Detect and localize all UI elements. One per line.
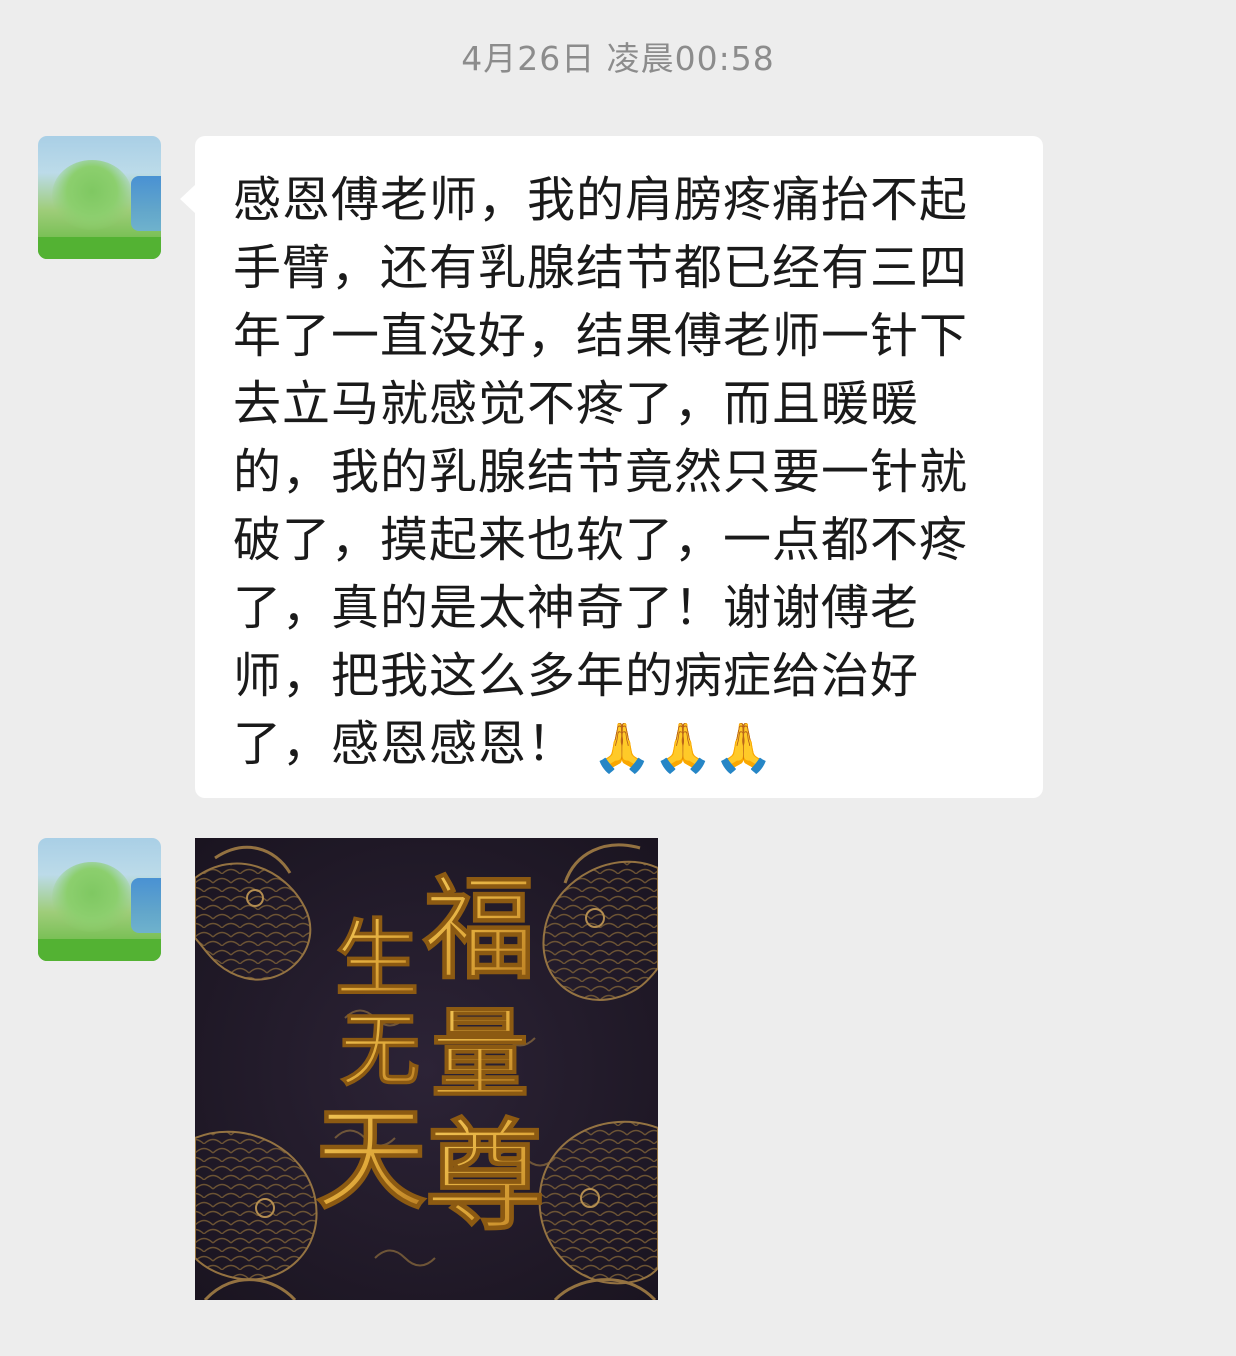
avatar-sky <box>131 176 161 231</box>
calligraphy-char: 生 <box>335 909 419 1008</box>
praying-hands-emoji-icon: 🙏 <box>653 720 714 776</box>
calligraphy-char: 无 <box>340 1003 420 1097</box>
chat-timestamp: 4月26日 凌晨00:58 <box>461 39 775 78</box>
praying-hands-emoji-icon: 🙏 <box>592 720 654 776</box>
praying-hands-emoji-icon: 🙏 <box>713 720 775 776</box>
image-message[interactable]: 福 生 量 无 天 尊 <box>195 838 658 1300</box>
message-body: 感恩傅老师，我的肩膀疼痛抬不起手臂，还有乳腺结节都已经有三四年了一直没好，结果傅… <box>233 172 969 772</box>
dragon-calligraphy-image: 福 生 量 无 天 尊 <box>195 838 658 1300</box>
calligraphy-char: 天 <box>315 1094 427 1225</box>
avatar-sky <box>131 878 161 933</box>
message-text: 感恩傅老师，我的肩膀疼痛抬不起手臂，还有乳腺结节都已经有三四年了一直没好，结果傅… <box>233 166 1013 778</box>
text-message-bubble[interactable]: 感恩傅老师，我的肩膀疼痛抬不起手臂，还有乳腺结节都已经有三四年了一直没好，结果傅… <box>180 136 1043 798</box>
sender-avatar[interactable] <box>38 136 161 259</box>
avatar-blur <box>52 862 132 932</box>
calligraphy-char: 尊 <box>425 1106 545 1247</box>
avatar-grass <box>38 237 161 259</box>
avatar-grass <box>38 939 161 961</box>
avatar-blur <box>52 160 132 230</box>
sender-avatar[interactable] <box>38 838 161 961</box>
calligraphy-char: 福 <box>422 864 535 995</box>
calligraphy-char: 量 <box>431 997 529 1112</box>
